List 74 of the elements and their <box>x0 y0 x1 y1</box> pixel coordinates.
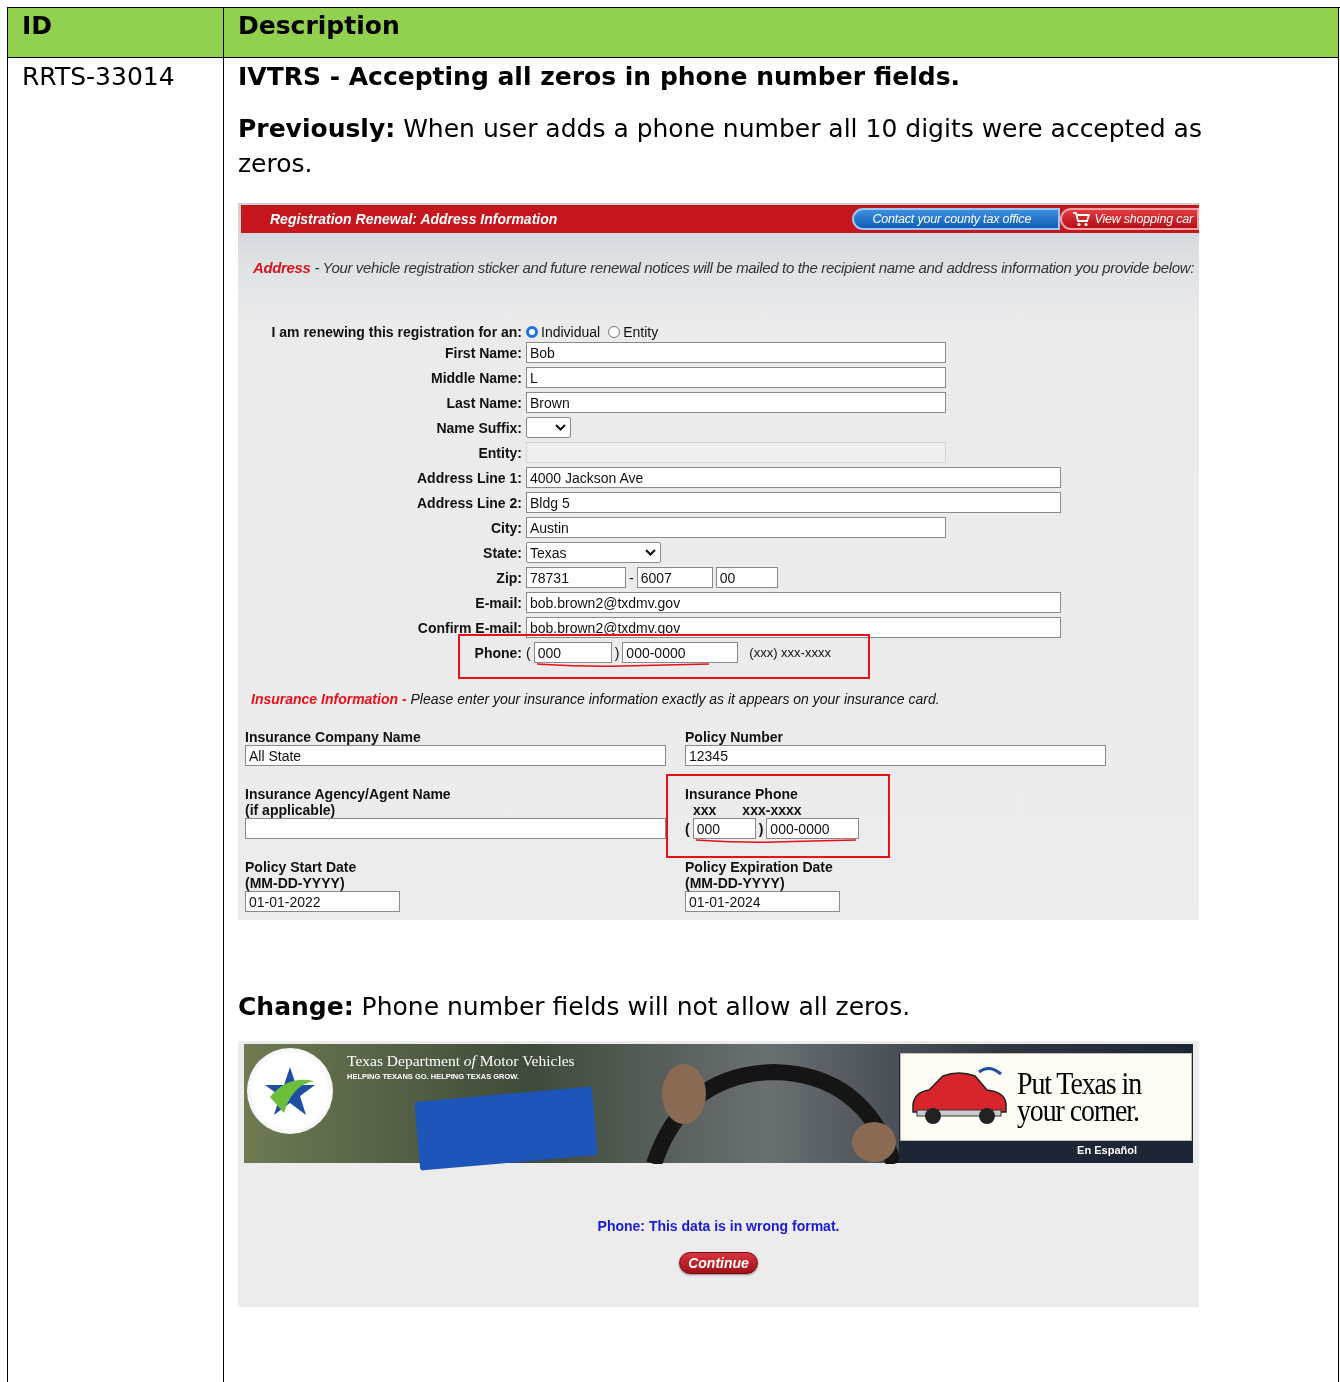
description-text: Previously: When user adds a phone number all 10 digits were accepted as zeros. <box>238 113 1203 180</box>
select-field[interactable] <box>526 417 571 438</box>
field-label: I am renewing this registration for an: <box>270 324 522 340</box>
select-field[interactable]: Texas <box>526 542 661 563</box>
item-title: IVTRS - Accepting all zeros in phone number fields. <box>238 62 962 91</box>
column-header: Description <box>224 8 1339 58</box>
field-label: Policy Start Date <box>245 859 358 875</box>
cart-link[interactable]: View shopping car <box>1060 208 1199 230</box>
description-text: Change: Phone number fields will not allow all zeros. <box>238 992 912 1021</box>
column-header: ID <box>8 8 224 58</box>
format-hint: (xxx) xxx-xxxx <box>749 645 831 660</box>
format-hint: xxx <box>693 802 717 818</box>
input-field[interactable]: 4000 Jackson Ave <box>526 467 1061 488</box>
field-label: Confirm E-mail: <box>416 619 522 636</box>
id-text: RRTS-33014 <box>22 62 176 91</box>
paren-text: ) <box>758 820 764 837</box>
input-field[interactable]: 6007 <box>636 567 713 588</box>
paren-text: ) <box>614 644 620 661</box>
field-label: Insurance Agency/Agent Name <box>245 786 452 802</box>
input-field[interactable]: 78731 <box>526 567 626 588</box>
field-label: First Name: <box>443 344 522 361</box>
field-label: Phone: <box>473 644 522 661</box>
field-label: Insurance Phone <box>685 786 799 802</box>
insurance-intro: Insurance Information - Please enter your insurance information exactly as it appears on your insurance card. <box>250 690 941 707</box>
agency-name: Texas Department of Motor Vehicles <box>347 1052 576 1070</box>
field-label: Last Name: <box>445 394 522 411</box>
input-field[interactable]: Bldg 5 <box>526 492 1061 513</box>
field-label: Policy Expiration Date <box>685 859 834 875</box>
field-label: City: <box>489 519 522 536</box>
input-field[interactable]: Brown <box>526 392 946 413</box>
input-field[interactable]: 000-0000 <box>766 818 860 839</box>
select-value: Texas <box>530 544 567 561</box>
field-label: (MM-DD-YYYY) <box>685 875 786 891</box>
field-label: Middle Name: <box>430 369 522 386</box>
field-label: E-mail: <box>474 594 522 611</box>
input-field[interactable]: 000-0000 <box>622 642 739 663</box>
radio-option[interactable]: Individual <box>526 324 601 340</box>
input-field[interactable]: L <box>526 367 946 388</box>
input-field[interactable]: 000 <box>692 818 756 839</box>
continue-button[interactable]: Continue <box>679 1252 758 1274</box>
field-label: (if applicable) <box>245 802 337 818</box>
input-field[interactable]: bob.brown2@txdmv.gov <box>526 617 1061 638</box>
input-field[interactable]: All State <box>245 745 666 766</box>
field-label: Entity: <box>477 444 522 461</box>
field-label: State: <box>482 544 522 561</box>
input-field[interactable]: 01-01-2024 <box>685 891 840 912</box>
paren-text: ( <box>685 820 690 837</box>
input-field[interactable]: Austin <box>526 517 946 538</box>
caret-icon <box>645 549 656 556</box>
intro-text: Address - Your vehicle registration sticker and future renewal notices will be mailed to the recipient name and address information you provide below: <box>252 258 1196 276</box>
input-field[interactable]: Bob <box>526 342 946 363</box>
error-message: Phone: This data is in wrong format. <box>596 1218 841 1234</box>
caret-icon <box>555 424 566 431</box>
input-field[interactable]: bob.brown2@txdmv.gov <box>526 592 1061 613</box>
format-hint: xxx-xxxx <box>742 802 802 818</box>
field-label: Address Line 1: <box>415 469 522 486</box>
field-label: Insurance Company Name <box>245 729 422 745</box>
cart-icon <box>1072 211 1091 227</box>
field-label: Policy Number <box>685 729 785 745</box>
input-field[interactable] <box>245 818 666 839</box>
paren-text: ( <box>526 644 531 661</box>
input-field[interactable]: 00 <box>715 567 778 588</box>
input-field[interactable]: 12345 <box>685 745 1106 766</box>
field-label: (MM-DD-YYYY) <box>245 875 346 891</box>
page-title: Registration Renewal: Address Information <box>269 211 559 227</box>
input-field[interactable]: 01-01-2022 <box>245 891 400 912</box>
contact-link[interactable]: Contact your county tax office <box>852 208 1061 230</box>
field-label: Zip: <box>495 569 522 586</box>
zip-separator: - <box>629 569 634 586</box>
input-field[interactable]: 000 <box>533 642 612 663</box>
field-label: Address Line 2: <box>415 494 522 511</box>
language-link[interactable]: En Español <box>1077 1144 1137 1156</box>
field-label: Name Suffix: <box>435 419 522 436</box>
radio-option[interactable]: Entity <box>608 324 659 340</box>
